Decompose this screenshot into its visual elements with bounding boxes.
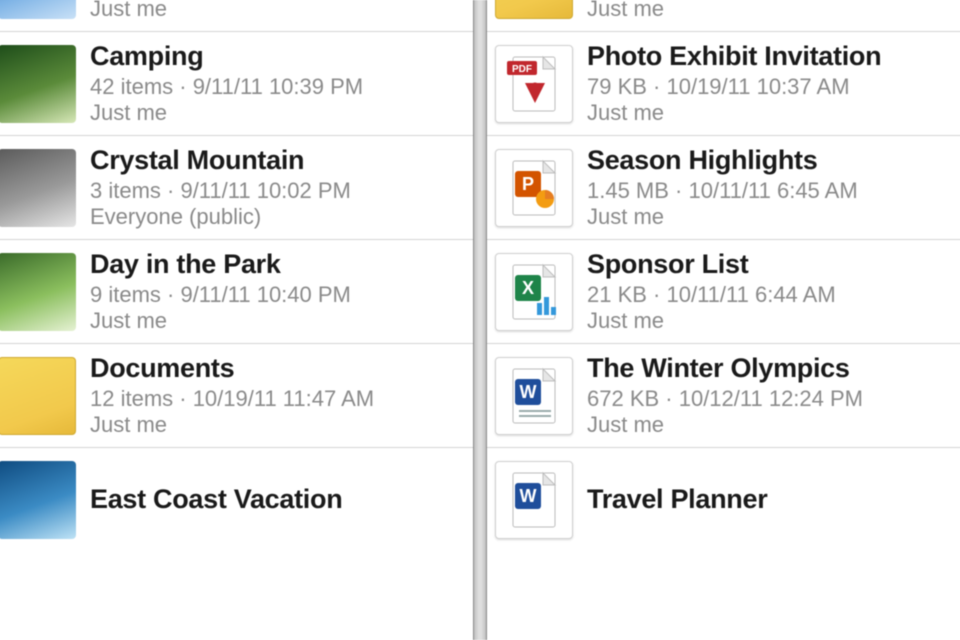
item-share: Just me [90,412,461,438]
list-item-info: Documents 12 items · 10/19/11 11:47 AM J… [90,353,461,438]
powerpoint-file-icon: P [495,149,573,227]
item-title: Documents [90,353,461,384]
list-item[interactable]: East Coast Vacation [0,448,473,552]
list-item-info: The Winter Olympics 672 KB · 10/12/11 12… [587,353,958,438]
list-item[interactable]: Camping 42 items · 9/11/11 10:39 PM Just… [0,32,473,136]
list-item[interactable]: X Sponsor List 21 KB · 10/11/11 6:44 AM … [487,240,960,344]
item-title: The Winter Olympics [587,353,958,384]
pdf-file-icon: PDF [495,45,573,123]
album-thumbnail-icon [0,149,76,227]
item-title: Day in the Park [90,249,461,280]
list-item-info: Day in the Park 9 items · 9/11/11 10:40 … [90,249,461,334]
list-item-info: Camping 42 items · 9/11/11 10:39 PM Just… [90,41,461,126]
svg-text:P: P [522,174,534,194]
item-share: Just me [90,100,461,126]
list-item-info: California Road Trip 23 items · 9/11/11 … [90,0,461,22]
item-share: Just me [587,308,958,334]
item-meta: 672 KB · 10/12/11 12:24 PM [587,386,958,412]
item-share: Just me [587,412,958,438]
list-item[interactable]: Day in the Park 9 items · 9/11/11 10:40 … [0,240,473,344]
list-item-info: Winter Olympics 2 items · 10/19/11 11:29… [587,0,958,22]
svg-text:PDF: PDF [512,64,532,75]
item-meta: 1.45 MB · 10/11/11 6:45 AM [587,178,958,204]
item-meta: 21 KB · 10/11/11 6:44 AM [587,282,958,308]
list-item[interactable]: P Season Highlights 1.45 MB · 10/11/11 6… [487,136,960,240]
folder-icon [495,0,573,19]
item-title: Season Highlights [587,145,958,176]
item-share: Just me [587,0,958,22]
list-item-info: Sponsor List 21 KB · 10/11/11 6:44 AM Ju… [587,249,958,334]
item-share: Just me [587,100,958,126]
list-item[interactable]: PDF Photo Exhibit Invitation 79 KB · 10/… [487,32,960,136]
list-item-info: East Coast Vacation [90,484,461,517]
list-item-info: Season Highlights 1.45 MB · 10/11/11 6:4… [587,145,958,230]
item-title: Travel Planner [587,484,958,515]
item-meta: 79 KB · 10/19/11 10:37 AM [587,74,958,100]
item-share: Everyone (public) [90,204,461,230]
list-item[interactable]: W The Winter Olympics 672 KB · 10/12/11 … [487,344,960,448]
word-file-icon: W [495,357,573,435]
item-title: Sponsor List [587,249,958,280]
excel-file-icon: X [495,253,573,331]
item-title: Camping [90,41,461,72]
list-item[interactable]: Winter Olympics 2 items · 10/19/11 11:29… [487,0,960,32]
album-thumbnail-icon [0,0,76,19]
item-meta: 9 items · 9/11/11 10:40 PM [90,282,461,308]
list-item-info: Travel Planner [587,484,958,517]
item-meta: 12 items · 10/19/11 11:47 AM [90,386,461,412]
left-column: California Road Trip 23 items · 9/11/11 … [0,0,473,640]
item-share: Just me [587,204,958,230]
item-meta: 42 items · 9/11/11 10:39 PM [90,74,461,100]
album-thumbnail-icon [0,461,76,539]
album-thumbnail-icon [0,253,76,331]
item-title: Photo Exhibit Invitation [587,41,958,72]
item-title: East Coast Vacation [90,484,461,515]
svg-text:W: W [520,486,537,506]
list-item[interactable]: California Road Trip 23 items · 9/11/11 … [0,0,473,32]
item-share: Just me [90,308,461,334]
word-file-icon: W [495,461,573,539]
list-item-info: Photo Exhibit Invitation 79 KB · 10/19/1… [587,41,958,126]
list-item-info: Crystal Mountain 3 items · 9/11/11 10:02… [90,145,461,230]
item-share: Just me [90,0,461,22]
item-title: Crystal Mountain [90,145,461,176]
folder-icon [0,357,76,435]
right-column: Winter Olympics 2 items · 10/19/11 11:29… [487,0,960,640]
item-meta: 3 items · 9/11/11 10:02 PM [90,178,461,204]
svg-text:W: W [520,382,537,402]
column-divider [473,0,487,640]
list-item[interactable]: W Travel Planner [487,448,960,552]
svg-text:X: X [522,278,534,298]
list-item[interactable]: Documents 12 items · 10/19/11 11:47 AM J… [0,344,473,448]
album-thumbnail-icon [0,45,76,123]
list-item[interactable]: Crystal Mountain 3 items · 9/11/11 10:02… [0,136,473,240]
